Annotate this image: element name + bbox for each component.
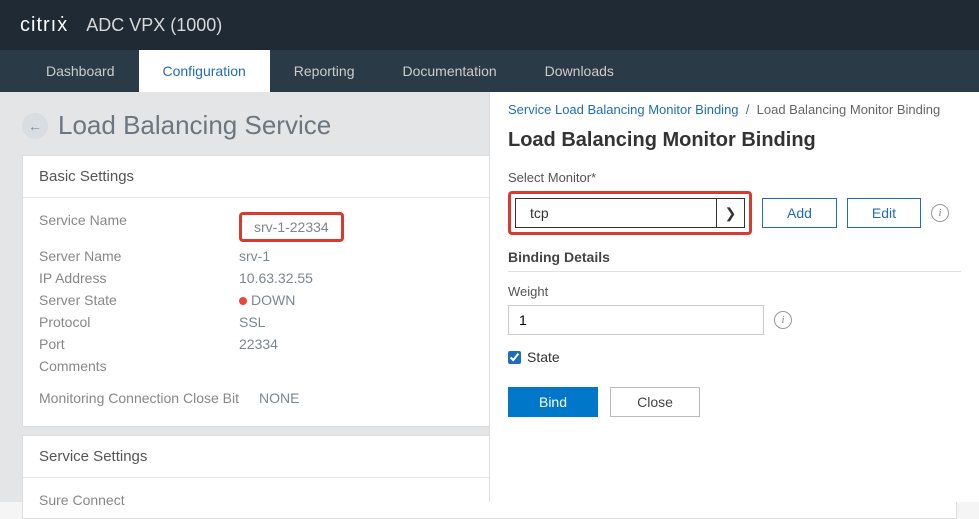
label-protocol: Protocol [39, 314, 239, 330]
nav-reporting[interactable]: Reporting [270, 50, 379, 92]
breadcrumb: Service Load Balancing Monitor Binding /… [508, 102, 961, 117]
breadcrumb-sep: / [746, 102, 750, 117]
chevron-right-icon: ❯ [716, 199, 744, 227]
binding-details-header: Binding Details [508, 249, 961, 272]
label-server-state: Server State [39, 292, 239, 308]
nav-documentation[interactable]: Documentation [378, 50, 520, 92]
label-comments: Comments [39, 358, 239, 374]
select-monitor-highlight: tcp ❯ [508, 191, 752, 235]
top-bar: citrıẋ ADC VPX (1000) [0, 0, 979, 50]
bind-button[interactable]: Bind [508, 387, 598, 417]
breadcrumb-link[interactable]: Service Load Balancing Monitor Binding [508, 102, 739, 117]
label-weight: Weight [508, 284, 961, 299]
state-checkbox[interactable] [508, 351, 521, 364]
side-panel-title: Load Balancing Monitor Binding [508, 129, 961, 152]
breadcrumb-current: Load Balancing Monitor Binding [757, 102, 941, 117]
info-icon[interactable]: i [931, 204, 949, 222]
nav-downloads[interactable]: Downloads [521, 50, 638, 92]
status-down-icon [239, 297, 247, 305]
edit-button[interactable]: Edit [847, 198, 921, 228]
nav-configuration[interactable]: Configuration [139, 50, 270, 92]
weight-input[interactable] [508, 305, 764, 335]
value-ip-address: 10.63.32.55 [239, 270, 313, 286]
select-monitor[interactable]: tcp ❯ [515, 198, 745, 228]
page-title: Load Balancing Service [58, 110, 331, 141]
label-port: Port [39, 336, 239, 352]
value-protocol: SSL [239, 314, 265, 330]
info-icon-weight[interactable]: i [774, 311, 792, 329]
label-state: State [527, 349, 560, 365]
label-server-name: Server Name [39, 248, 239, 264]
main-nav: Dashboard Configuration Reporting Docume… [0, 50, 979, 92]
brand-logo: citrıẋ [20, 14, 68, 37]
label-mon-close-bit: Monitoring Connection Close Bit [39, 390, 259, 406]
label-service-name: Service Name [39, 212, 239, 242]
product-name: ADC VPX (1000) [86, 15, 222, 36]
arrow-left-icon: ← [28, 118, 42, 134]
nav-dashboard[interactable]: Dashboard [22, 50, 139, 92]
value-port: 22334 [239, 336, 278, 352]
monitor-binding-panel: Service Load Balancing Monitor Binding /… [489, 92, 979, 502]
back-button[interactable]: ← [22, 113, 48, 139]
state-checkbox-row[interactable]: State [508, 349, 961, 365]
label-sure-connect: Sure Connect [39, 492, 239, 508]
select-monitor-value: tcp [530, 205, 549, 221]
label-ip-address: IP Address [39, 270, 239, 286]
value-server-name: srv-1 [239, 248, 270, 264]
value-service-name: srv-1-22334 [239, 212, 344, 242]
add-button[interactable]: Add [762, 198, 837, 228]
label-select-monitor: Select Monitor* [508, 170, 961, 185]
value-server-state: DOWN [239, 292, 295, 308]
value-mon-close-bit: NONE [259, 390, 299, 406]
close-button[interactable]: Close [610, 387, 700, 417]
